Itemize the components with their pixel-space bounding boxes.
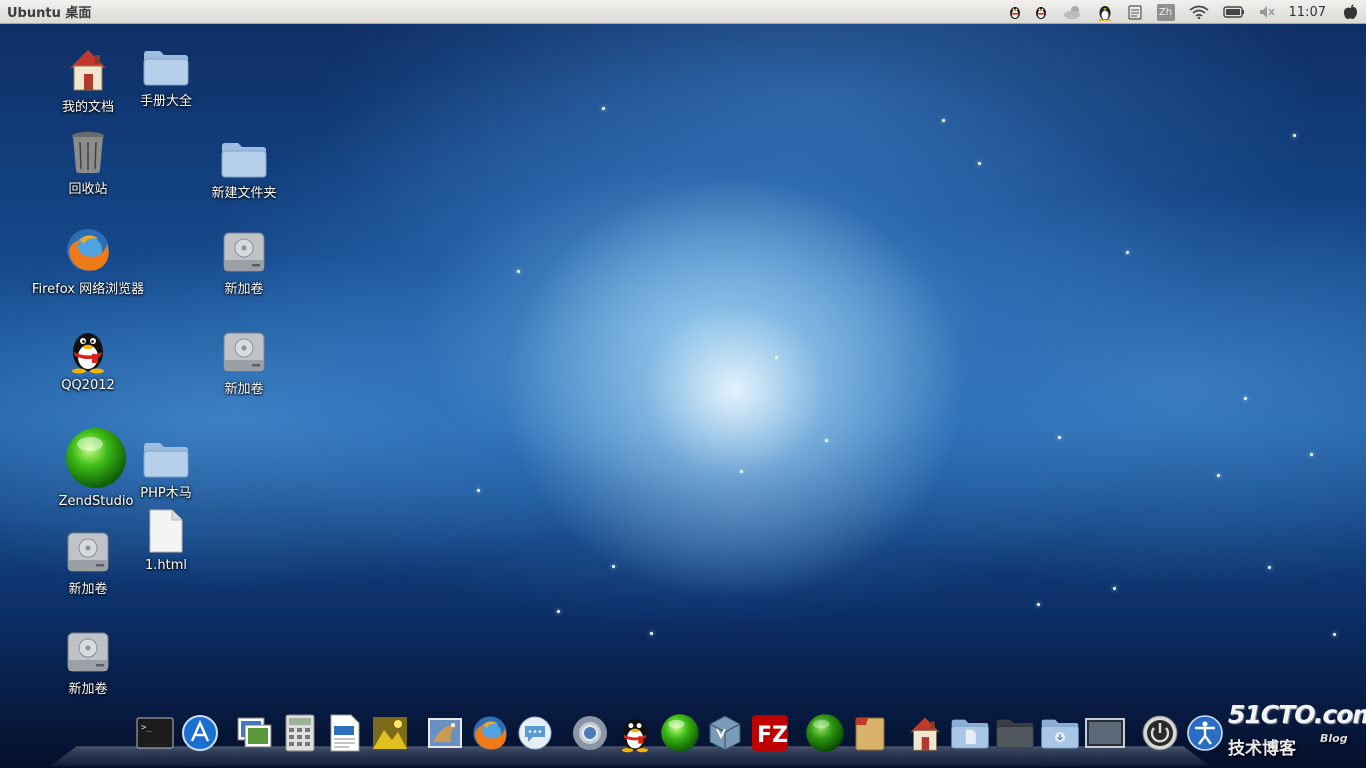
watermark-subtitle: 技术博客 (1228, 739, 1296, 759)
dark-folder-icon[interactable] (994, 713, 1036, 753)
system-tray: Zh 11:07 (997, 0, 1358, 24)
top-panel: Ubuntu 桌面 Zh 11:07 (0, 0, 1366, 24)
drive-icon (220, 326, 268, 374)
desktop-icon-manual-folder[interactable]: 手册大全 (116, 38, 216, 109)
file-icon (142, 506, 190, 554)
app-store-icon[interactable] (179, 713, 221, 753)
firefox-icon (64, 226, 112, 274)
power-icon[interactable] (1139, 713, 1181, 753)
folder-icon (142, 38, 190, 86)
weather-icon[interactable] (1063, 0, 1083, 24)
apple-menu-icon[interactable] (1344, 0, 1358, 24)
svg-text:FZ: FZ (757, 723, 788, 748)
desktop-icon-html-file[interactable]: 1.html (116, 506, 216, 573)
firefox-icon[interactable] (469, 713, 511, 753)
dock: >_ FZ (134, 709, 1229, 753)
filezilla-icon[interactable]: FZ (749, 713, 791, 753)
documents-folder-icon[interactable] (949, 713, 991, 753)
zend-studio-icon[interactable] (659, 713, 701, 753)
qq-penguin-icon[interactable] (1033, 0, 1049, 24)
photo-manager-icon[interactable] (369, 713, 411, 753)
desktop-icon-new-folder[interactable]: 新建文件夹 (194, 130, 294, 201)
wifi-icon[interactable] (1189, 0, 1209, 24)
green-orb-icon[interactable] (804, 713, 846, 753)
tux-icon[interactable] (1097, 0, 1113, 24)
image-viewer-icon[interactable] (234, 713, 276, 753)
drive-icon (64, 526, 112, 574)
trash-icon (64, 126, 112, 174)
drive-icon (220, 226, 268, 274)
virtualbox-icon[interactable] (704, 713, 746, 753)
desktop-icon-trash[interactable]: 回收站 (38, 126, 138, 197)
home-icon[interactable] (904, 713, 946, 753)
input-method-indicator[interactable]: Zh (1156, 0, 1175, 24)
watermark-blog: Blog (1320, 732, 1348, 745)
desktop-icon-firefox[interactable]: Firefox 网络浏览器 (32, 226, 144, 297)
downloads-folder-icon[interactable] (1039, 713, 1081, 753)
battery-icon[interactable] (1222, 0, 1245, 24)
volume-muted-icon[interactable] (1259, 0, 1275, 24)
desktop-icon-volume-1[interactable]: 新加卷 (194, 226, 294, 297)
terminal-icon[interactable]: >_ (134, 713, 176, 753)
document-editor-icon[interactable] (324, 713, 366, 753)
panel-title: Ubuntu 桌面 (7, 6, 92, 21)
desktop-icon-volume-4[interactable]: 新加卷 (38, 626, 138, 697)
folder-icon (142, 430, 190, 478)
chrome-icon[interactable] (569, 713, 611, 753)
watermark-site: 51CTO.com (1228, 700, 1366, 729)
notes-icon[interactable] (849, 713, 891, 753)
desktop-icon-php-folder[interactable]: PHP木马 (116, 430, 216, 501)
qq-penguin-icon[interactable] (1007, 0, 1023, 24)
chat-icon[interactable] (514, 713, 556, 753)
desktop-icon-qq[interactable]: QQ2012 (38, 326, 138, 393)
qq-penguin-icon[interactable] (614, 713, 656, 753)
qq-penguin-icon (64, 326, 112, 374)
drive-icon (64, 626, 112, 674)
watermark: 51CTO.com 技术博客 Blog (1226, 700, 1366, 760)
accessibility-icon[interactable] (1184, 713, 1226, 753)
home-icon (64, 44, 112, 92)
svg-text:>_: >_ (141, 723, 152, 733)
workspace-icon[interactable] (1084, 713, 1126, 753)
folder-icon (220, 130, 268, 178)
mail-icon[interactable] (424, 713, 466, 753)
calculator-icon[interactable] (279, 713, 321, 753)
desktop-icon-volume-2[interactable]: 新加卷 (194, 326, 294, 397)
clipboard-icon[interactable] (1127, 0, 1143, 24)
clock[interactable]: 11:07 (1289, 5, 1326, 20)
